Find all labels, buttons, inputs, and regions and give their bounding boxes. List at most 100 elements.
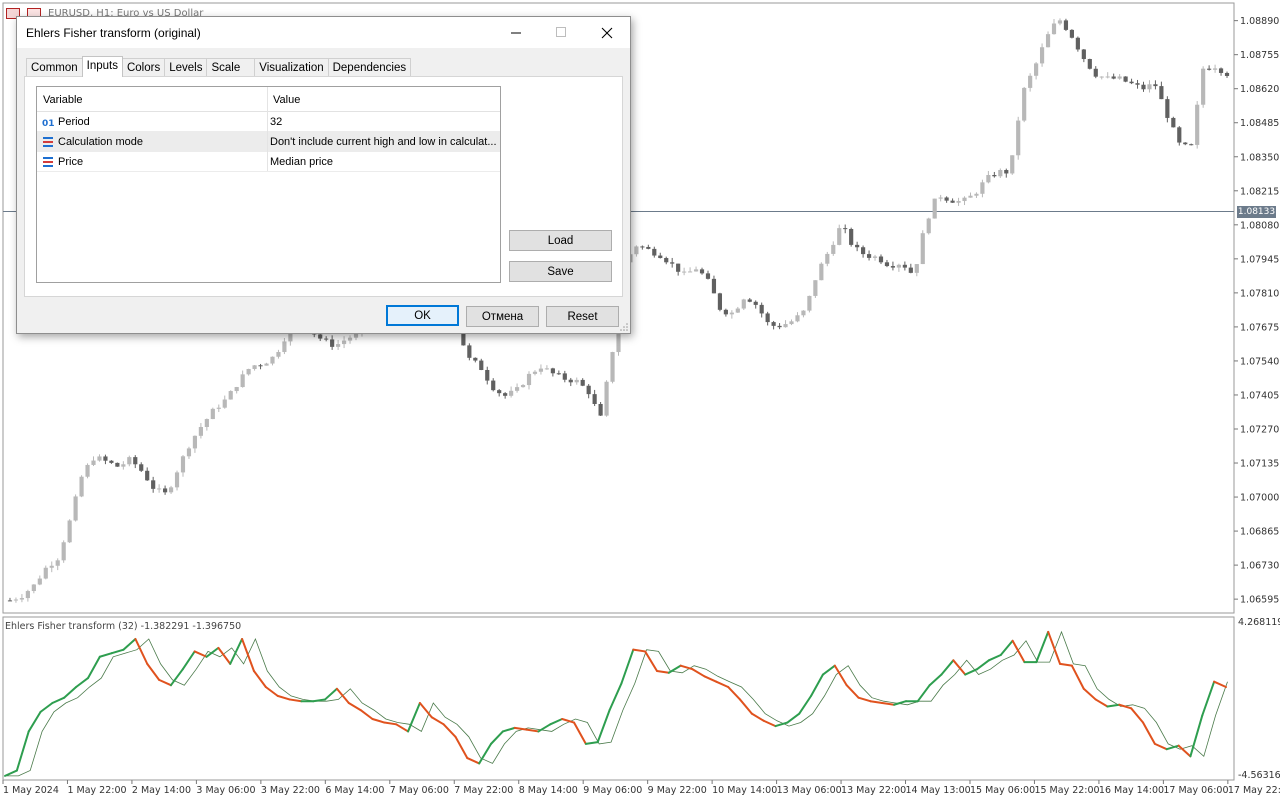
row-value[interactable]: 32 xyxy=(270,116,282,128)
candle-body xyxy=(729,312,734,315)
date-tick-label: 10 May 14:00 xyxy=(712,785,777,796)
candle-body xyxy=(330,339,335,347)
price-tick-label: 1.08755 xyxy=(1240,50,1279,61)
indicator-title: Ehlers Fisher transform (32) -1.382291 -… xyxy=(5,621,242,632)
date-tick-label: 3 May 06:00 xyxy=(196,785,255,796)
maximize-button xyxy=(539,17,584,48)
input-row-price[interactable]: Price Median price xyxy=(37,152,500,172)
candle-body xyxy=(604,381,609,416)
candle-body xyxy=(914,264,919,273)
price-tick-label: 1.07270 xyxy=(1240,424,1279,435)
date-tick-label: 13 May 06:00 xyxy=(777,785,842,796)
input-row-period[interactable]: 01 Period 32 xyxy=(37,112,500,132)
row-variable: Calculation mode xyxy=(58,136,143,148)
fisher-segment xyxy=(608,682,623,712)
tab-dependencies[interactable]: Dependencies xyxy=(327,58,412,77)
candle-body xyxy=(216,407,221,409)
tab-levels[interactable]: Levels xyxy=(164,58,208,77)
fisher-segment xyxy=(454,735,469,760)
current-price-marker: 1.08133 xyxy=(1237,206,1276,218)
date-tick-label: 17 May 06:00 xyxy=(1163,785,1228,796)
date-tick-label: 15 May 22:00 xyxy=(1034,785,1099,796)
value-column-header[interactable]: Value xyxy=(273,94,300,106)
fisher-segment xyxy=(1035,630,1050,664)
fisher-segment xyxy=(916,684,931,703)
candle-body xyxy=(1183,142,1188,145)
fisher-segment xyxy=(1177,744,1192,758)
candle-body xyxy=(747,299,752,302)
candle-body xyxy=(1165,99,1170,118)
candle-body xyxy=(1034,63,1039,76)
candle-body xyxy=(73,496,78,521)
tab-common[interactable]: Common xyxy=(26,58,83,77)
variable-column-header[interactable]: Variable xyxy=(43,94,83,106)
date-tick-label: 14 May 13:00 xyxy=(906,785,971,796)
tab-scale[interactable]: Scale xyxy=(206,58,256,77)
tab-inputs[interactable]: Inputs xyxy=(81,56,123,77)
candle-body xyxy=(151,480,156,489)
close-button[interactable] xyxy=(584,17,629,48)
fisher-segment xyxy=(63,685,78,699)
candle-body xyxy=(807,295,812,311)
cancel-button[interactable]: Отмена xyxy=(466,306,539,327)
row-value[interactable]: Median price xyxy=(270,156,333,168)
fisher-segment xyxy=(632,648,647,653)
candle-body xyxy=(872,256,878,258)
candle-body xyxy=(1093,68,1098,77)
row-value[interactable]: Don't include current high and low in ca… xyxy=(270,136,498,148)
candle-body xyxy=(264,363,269,366)
dialog-title: Ehlers Fisher transform (original) xyxy=(26,26,201,40)
fisher-segment xyxy=(335,687,350,704)
fisher-segment xyxy=(727,685,741,701)
column-separator[interactable] xyxy=(267,87,268,171)
dialog-titlebar[interactable]: Ehlers Fisher transform (original) xyxy=(17,17,630,48)
candle-body xyxy=(1141,84,1146,90)
date-tick-label: 9 May 06:00 xyxy=(583,785,642,796)
tab-colors[interactable]: Colors xyxy=(121,58,166,77)
save-button[interactable]: Save xyxy=(509,261,612,282)
candle-body xyxy=(97,456,102,461)
candle-body xyxy=(174,472,180,488)
ok-button[interactable]: OK xyxy=(386,305,459,326)
fisher-segment xyxy=(928,673,943,687)
candle-body xyxy=(1081,49,1086,60)
resize-grip-icon[interactable] xyxy=(620,323,628,331)
candle-body xyxy=(157,488,162,490)
fisher-segment xyxy=(1201,680,1216,717)
candle-body xyxy=(198,426,203,436)
fisher-segment xyxy=(1047,630,1062,665)
price-tick-label: 1.07540 xyxy=(1240,356,1279,367)
candle-body xyxy=(252,365,257,369)
fisher-segment xyxy=(1130,707,1145,724)
candle-body xyxy=(884,262,890,267)
reset-button[interactable]: Reset xyxy=(546,306,619,327)
candle-body xyxy=(676,263,681,272)
candle-body xyxy=(550,368,555,374)
fisher-segment xyxy=(964,668,979,676)
price-tick-label: 1.07135 xyxy=(1240,459,1279,470)
load-button[interactable]: Load xyxy=(509,230,612,251)
input-row-calculation-mode[interactable]: Calculation mode Don't include current h… xyxy=(37,132,500,152)
fisher-segment xyxy=(39,701,54,713)
candle-body xyxy=(473,357,478,361)
price-tick-label: 1.07810 xyxy=(1240,288,1279,299)
fisher-segment xyxy=(738,698,753,715)
fisher-segment xyxy=(1142,721,1156,745)
indicator-properties-dialog: Ehlers Fisher transform (original) Commo… xyxy=(16,16,631,334)
candle-body xyxy=(1069,29,1074,38)
fisher-segment xyxy=(181,650,196,671)
fisher-segment xyxy=(620,648,635,685)
candle-body xyxy=(950,200,955,203)
candle-body xyxy=(180,456,186,473)
candle-body xyxy=(222,399,227,408)
candle-body xyxy=(878,256,884,263)
candle-body xyxy=(1099,76,1104,78)
tab-visualization[interactable]: Visualization xyxy=(254,58,329,77)
candle-body xyxy=(145,470,150,481)
minimize-button[interactable] xyxy=(494,17,539,48)
fisher-segment xyxy=(146,662,161,681)
candle-body xyxy=(503,393,508,396)
candle-body xyxy=(270,356,275,364)
candle-body xyxy=(204,419,209,427)
date-tick-label: 1 May 2024 xyxy=(3,785,59,796)
